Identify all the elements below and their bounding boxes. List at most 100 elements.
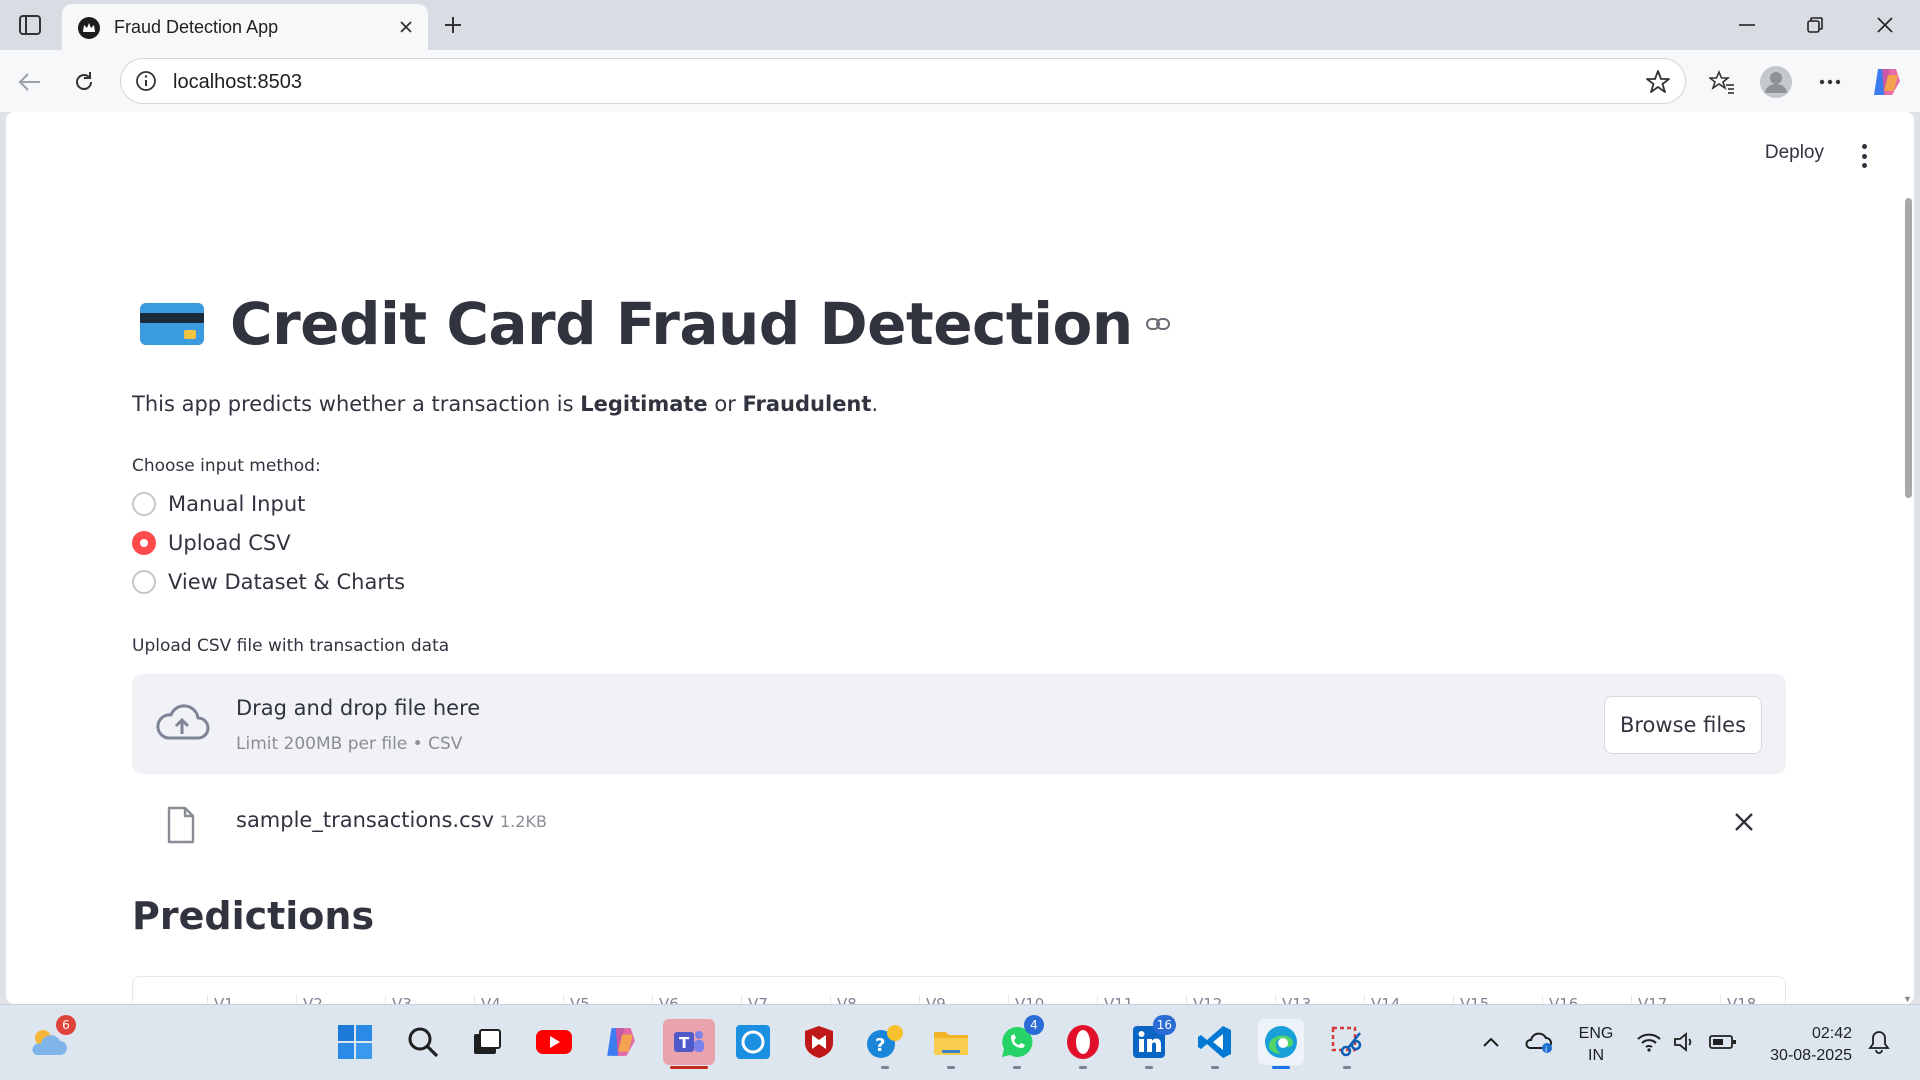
table-column-header[interactable]: V4 xyxy=(474,995,563,1004)
scrollbar-thumb[interactable] xyxy=(1905,198,1912,498)
credit-card-icon xyxy=(140,303,204,345)
browser-tab-active[interactable]: Fraud Detection App xyxy=(62,4,428,50)
weather-icon[interactable]: 6 xyxy=(24,1015,76,1065)
uploaded-file-size: 1.2KB xyxy=(500,812,547,831)
start-icon[interactable] xyxy=(332,1019,378,1065)
upload-cloud-icon xyxy=(156,704,210,740)
whatsapp-badge: 4 xyxy=(1024,1015,1044,1035)
page-viewport: Deploy ▼ Credit Card Fraud Detection Thi… xyxy=(6,112,1914,1004)
uploaded-file-item: sample_transactions.csv 1.2KB xyxy=(132,802,1786,862)
file-icon xyxy=(167,806,195,844)
tab-close-icon[interactable] xyxy=(394,15,418,39)
tray-overflow-icon[interactable] xyxy=(1468,1019,1514,1065)
url-text[interactable]: localhost:8503 xyxy=(173,71,302,94)
linkedin-icon[interactable]: 16 xyxy=(1126,1015,1176,1069)
address-bar[interactable]: localhost:8503 xyxy=(120,58,1686,104)
radio-circle[interactable] xyxy=(132,492,156,516)
copilot-icon[interactable] xyxy=(1868,64,1904,100)
linkedin-badge: 16 xyxy=(1152,1015,1176,1035)
task-view-icon[interactable] xyxy=(464,1019,510,1065)
uploaded-file-name: sample_transactions.csv xyxy=(236,808,495,832)
table-column-header[interactable]: V7 xyxy=(741,995,830,1004)
remove-file-icon[interactable] xyxy=(1730,808,1758,836)
onedrive-icon[interactable]: i xyxy=(1516,1019,1562,1065)
restore-icon[interactable] xyxy=(1790,8,1840,42)
table-column-header[interactable]: V1 xyxy=(207,995,296,1004)
file-dropzone[interactable]: Drag and drop file here Limit 200MB per … xyxy=(132,674,1786,774)
minimize-icon[interactable] xyxy=(1722,8,1772,42)
new-tab-icon[interactable] xyxy=(438,10,468,40)
svg-text:T: T xyxy=(679,1034,690,1052)
close-window-icon[interactable] xyxy=(1860,8,1910,42)
edge-icon[interactable] xyxy=(1258,1019,1304,1069)
whatsapp-icon[interactable]: 4 xyxy=(994,1015,1044,1069)
radio-upload-csv[interactable]: Upload CSV xyxy=(132,531,291,555)
radio-view-dataset[interactable]: View Dataset & Charts xyxy=(132,570,405,594)
language-indicator[interactable]: ENG IN xyxy=(1576,1023,1616,1067)
table-header-row: V1 V2 V3 V4 V5 V6 V7 V8 V9 V10 V11 V12 V13 V14 V15 V16 V… xyxy=(207,995,1785,1004)
table-column-header[interactable]: V11 xyxy=(1097,995,1186,1004)
app-menu-icon[interactable] xyxy=(1854,144,1874,168)
table-column-header[interactable]: V18 xyxy=(1720,995,1785,1004)
table-column-header[interactable]: V5 xyxy=(563,995,652,1004)
wifi-icon[interactable] xyxy=(1632,1019,1666,1065)
volume-icon[interactable] xyxy=(1668,1019,1702,1065)
copilot-app-icon[interactable] xyxy=(597,1019,643,1065)
radio-circle-selected[interactable] xyxy=(132,531,156,555)
tab-actions-icon[interactable] xyxy=(14,10,46,40)
svg-text:i: i xyxy=(1545,1045,1547,1054)
favorites-icon[interactable] xyxy=(1704,64,1740,100)
radio-manual-input[interactable]: Manual Input xyxy=(132,492,305,516)
mcafee-icon[interactable] xyxy=(796,1019,842,1065)
reload-icon[interactable] xyxy=(66,64,102,100)
file-explorer-icon[interactable] xyxy=(928,1019,974,1069)
deploy-button[interactable]: Deploy xyxy=(1765,142,1824,164)
tab-favicon-icon xyxy=(78,17,100,39)
alexa-icon[interactable] xyxy=(730,1019,776,1065)
table-column-header[interactable]: V12 xyxy=(1186,995,1275,1004)
search-icon[interactable] xyxy=(400,1019,446,1065)
site-info-icon[interactable] xyxy=(135,70,157,92)
dropzone-limit: Limit 200MB per file • CSV xyxy=(236,734,463,754)
radio-label: View Dataset & Charts xyxy=(168,570,406,594)
table-column-header[interactable]: V3 xyxy=(385,995,474,1004)
profile-avatar-icon[interactable] xyxy=(1758,64,1794,100)
app-description: This app predicts whether a transaction … xyxy=(132,392,879,416)
browser-tab-bar: Fraud Detection App xyxy=(0,0,1920,50)
notifications-icon[interactable] xyxy=(1862,1019,1896,1065)
table-column-header[interactable]: V2 xyxy=(296,995,385,1004)
table-column-header[interactable]: V13 xyxy=(1275,995,1364,1004)
youtube-icon[interactable] xyxy=(531,1019,577,1065)
system-clock[interactable]: 02:42 30-08-2025 xyxy=(1760,1023,1852,1067)
table-column-header[interactable]: V10 xyxy=(1008,995,1097,1004)
table-column-header[interactable]: V17 xyxy=(1631,995,1720,1004)
back-icon[interactable] xyxy=(12,64,48,100)
page-title: Credit Card Fraud Detection xyxy=(230,290,1133,358)
browse-files-button[interactable]: Browse files xyxy=(1604,696,1762,754)
anchor-link-icon[interactable] xyxy=(1145,311,1171,337)
clock-date: 30-08-2025 xyxy=(1770,1047,1852,1064)
vscode-icon[interactable] xyxy=(1192,1019,1238,1069)
more-menu-icon[interactable] xyxy=(1812,64,1848,100)
page-scrollbar[interactable]: ▼ xyxy=(1902,198,1914,1004)
table-column-header[interactable]: V16 xyxy=(1542,995,1631,1004)
opera-icon[interactable] xyxy=(1060,1019,1106,1069)
favorite-star-icon[interactable] xyxy=(1645,69,1671,95)
table-column-header[interactable]: V9 xyxy=(919,995,1008,1004)
tab-title: Fraud Detection App xyxy=(114,17,279,37)
battery-icon[interactable] xyxy=(1704,1019,1742,1065)
table-column-header[interactable]: V15 xyxy=(1453,995,1542,1004)
page-title-row: Credit Card Fraud Detection xyxy=(140,290,1171,358)
table-column-header[interactable]: V6 xyxy=(652,995,741,1004)
table-column-header[interactable]: V14 xyxy=(1364,995,1453,1004)
predictions-heading: Predictions xyxy=(132,894,375,938)
upload-label: Upload CSV file with transaction data xyxy=(132,636,450,656)
clock-time: 02:42 xyxy=(1811,1025,1852,1042)
scroll-down-arrow-icon[interactable]: ▼ xyxy=(1903,994,1913,1004)
snipping-tool-icon[interactable] xyxy=(1324,1019,1370,1069)
predictions-table[interactable]: V1 V2 V3 V4 V5 V6 V7 V8 V9 V10 V11 V12 V13 V14 V15 V16 V… xyxy=(132,976,1786,1004)
teams-icon[interactable]: T xyxy=(663,1019,715,1069)
table-column-header[interactable]: V8 xyxy=(830,995,919,1004)
radio-circle[interactable] xyxy=(132,570,156,594)
help-icon[interactable]: ? xyxy=(862,1019,908,1069)
